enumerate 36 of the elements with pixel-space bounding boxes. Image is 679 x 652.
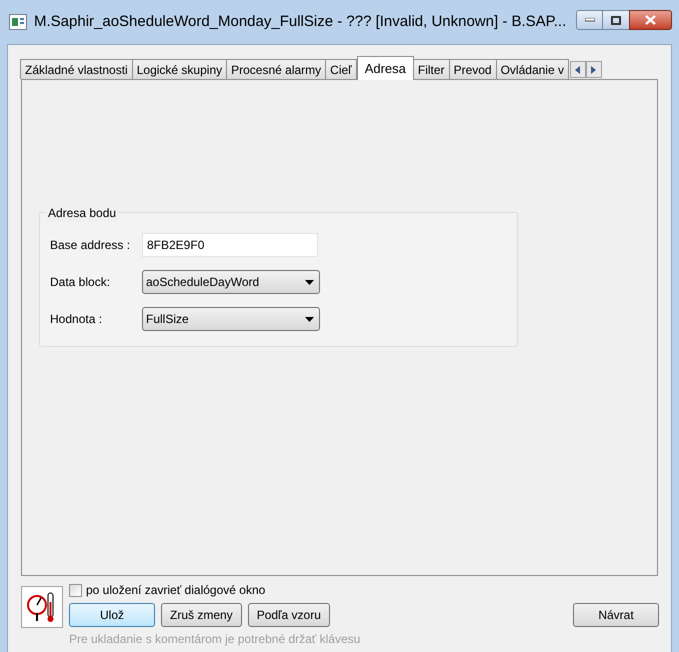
dropdown-arrow-icon (305, 280, 314, 284)
minimize-icon (584, 18, 594, 22)
close-icon (645, 15, 656, 25)
dropdown[interactable]: FullSize (142, 307, 320, 331)
action-button[interactable]: Ulož (69, 603, 155, 627)
action-button[interactable]: Podľa vzoru (248, 603, 330, 627)
restore-icon (611, 16, 621, 24)
tab[interactable]: Filter (412, 59, 450, 79)
tab[interactable]: Prevod (448, 59, 497, 79)
checkbox-label: po uložení zavrieť dialógové okno (86, 582, 266, 599)
dropdown[interactable]: aoScheduleDayWord (142, 270, 320, 294)
tab-scroll-right-button[interactable] (586, 61, 602, 78)
field-label: Hodnota : (50, 311, 104, 328)
minimize-button[interactable] (576, 10, 603, 30)
checkbox[interactable] (69, 584, 82, 596)
hint-text: Pre ukladanie s komentárom je potrebné držať klávesu (69, 631, 362, 648)
action-button[interactable]: Zruš zmeny (161, 603, 242, 627)
field-label: Data block: (50, 274, 112, 291)
base-address-field[interactable]: 8FB2E9F0 (142, 233, 318, 257)
left-arrow-icon (575, 66, 580, 74)
gauge-thermometer-icon (21, 586, 63, 628)
tab[interactable]: Procesné alarmy (226, 59, 326, 79)
return-button[interactable]: Návrat (573, 603, 659, 627)
field-label: Base address : (50, 237, 132, 254)
maximize-button[interactable] (603, 10, 629, 30)
tab[interactable]: Ovládanie v (496, 59, 569, 79)
tab-scroll-left-button[interactable] (570, 61, 586, 78)
tab[interactable]: Logické skupiny (132, 59, 228, 79)
window-app-icon (9, 14, 27, 30)
window-title: M.Saphir_aoSheduleWord_Monday_FullSize - ??? [Invalid, Unknown] - B.SAP... (34, 12, 566, 32)
right-arrow-icon (591, 66, 596, 74)
tab[interactable]: Základné vlastnosti (20, 59, 133, 79)
close-button[interactable] (629, 10, 672, 30)
tab[interactable]: Adresa (356, 56, 414, 80)
dropdown-arrow-icon (305, 316, 314, 322)
tab[interactable]: Cieľ (325, 59, 357, 79)
